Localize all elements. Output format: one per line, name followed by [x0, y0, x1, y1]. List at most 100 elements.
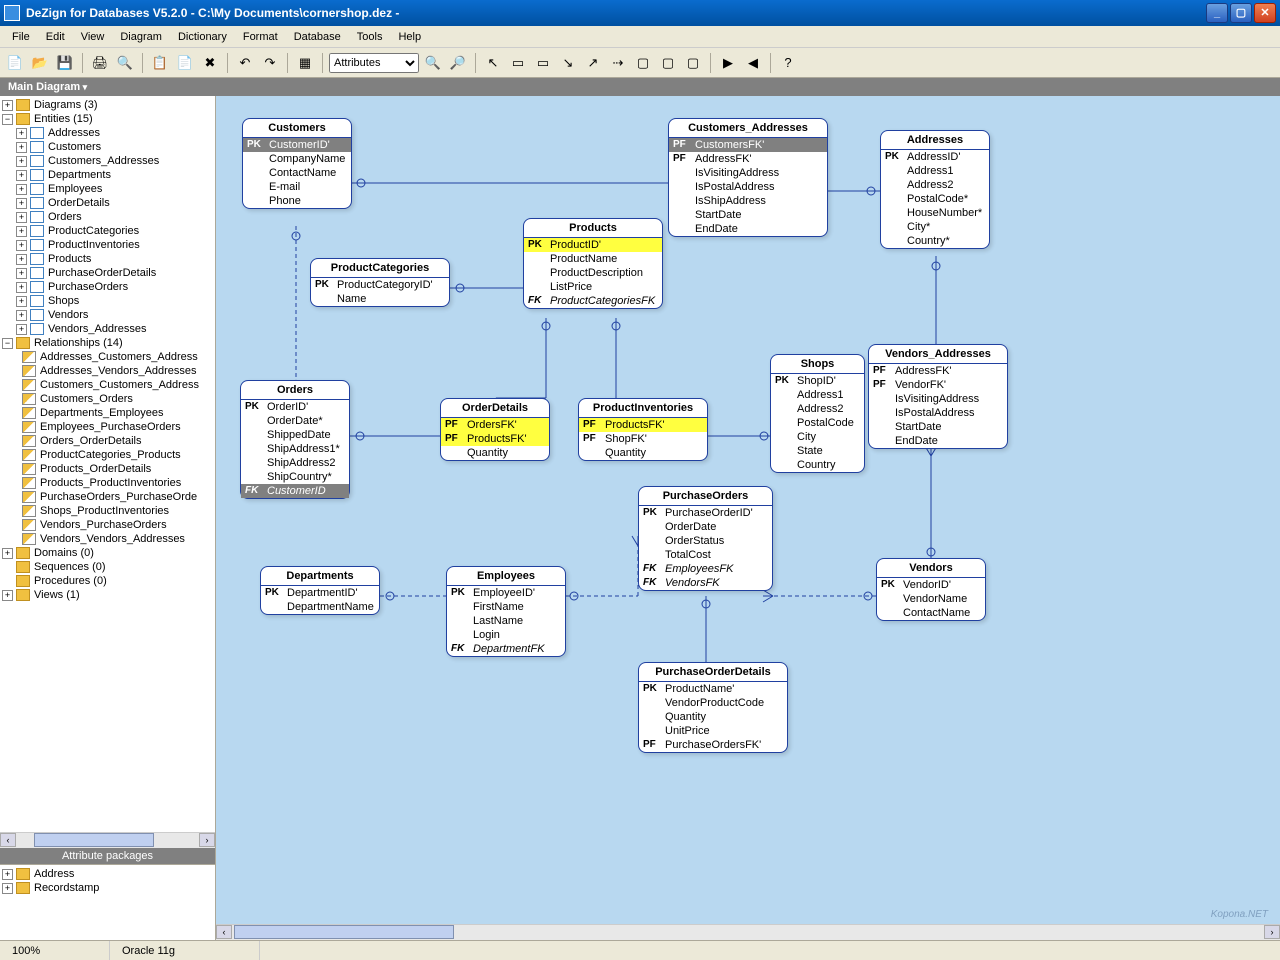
sidebar-hscroll[interactable]: ‹ › — [0, 832, 215, 848]
tree-entity-item[interactable]: +OrderDetails — [2, 196, 213, 210]
entity-attribute[interactable]: Quantity — [579, 446, 707, 460]
entity-attribute[interactable]: PKOrderID' — [241, 400, 349, 414]
expand-icon[interactable]: + — [2, 100, 13, 111]
entity-attribute[interactable]: FKEmployeesFK — [639, 562, 772, 576]
entity-attribute[interactable]: FKCustomerID — [241, 484, 349, 498]
tree-relationship-item[interactable]: Customers_Customers_Address — [2, 378, 213, 392]
tree-relationship-item[interactable]: Addresses_Vendors_Addresses — [2, 364, 213, 378]
entity-attribute[interactable]: ProductDescription — [524, 266, 662, 280]
tree-procedures[interactable]: Procedures (0) — [2, 574, 213, 588]
zoom-out-icon[interactable]: 🔎 — [447, 52, 469, 74]
entity-attribute[interactable]: CompanyName — [243, 152, 351, 166]
entity-attribute[interactable]: VendorName — [877, 592, 985, 606]
tree-relationship-item[interactable]: Products_OrderDetails — [2, 462, 213, 476]
tree-sequences[interactable]: Sequences (0) — [2, 560, 213, 574]
stamp-icon[interactable]: ▢ — [657, 52, 679, 74]
collapse-icon[interactable]: − — [2, 114, 13, 125]
entity-attribute[interactable]: PKPurchaseOrderID' — [639, 506, 772, 520]
entity-attribute[interactable]: FKVendorsFK — [639, 576, 772, 590]
entity-orders[interactable]: OrdersPKOrderID'OrderDate*ShippedDateShi… — [240, 380, 350, 499]
entity-attribute[interactable]: VendorProductCode — [639, 696, 787, 710]
expand-icon[interactable]: + — [2, 869, 13, 880]
expand-icon[interactable]: + — [16, 170, 27, 181]
entity-attribute[interactable]: Login — [447, 628, 565, 642]
entity-attribute[interactable]: Name — [311, 292, 449, 306]
entity-attribute[interactable]: PKDepartmentID' — [261, 586, 379, 600]
tree-entity-item[interactable]: +Customers_Addresses — [2, 154, 213, 168]
menu-help[interactable]: Help — [390, 28, 429, 46]
expand-icon[interactable]: + — [16, 282, 27, 293]
entity-employees[interactable]: EmployeesPKEmployeeID'FirstNameLastNameL… — [446, 566, 566, 657]
entity-attribute[interactable]: PKShopID' — [771, 374, 864, 388]
entity-attribute[interactable]: City — [771, 430, 864, 444]
redo-icon[interactable]: ↷ — [259, 52, 281, 74]
entity-attribute[interactable]: OrderDate* — [241, 414, 349, 428]
menu-edit[interactable]: Edit — [38, 28, 73, 46]
entity-attribute[interactable]: StartDate — [669, 208, 827, 222]
expand-icon[interactable]: + — [2, 590, 13, 601]
expand-icon[interactable]: + — [16, 240, 27, 251]
scroll-right-icon[interactable]: › — [1264, 925, 1280, 939]
entity-attribute[interactable]: PFProductsFK' — [579, 418, 707, 432]
entity-attribute[interactable]: IsShipAddress — [669, 194, 827, 208]
entity-attribute[interactable]: PKVendorID' — [877, 578, 985, 592]
entity-attribute[interactable]: EndDate — [869, 434, 1007, 448]
entity-attribute[interactable]: ShippedDate — [241, 428, 349, 442]
generate-icon[interactable]: ▶ — [717, 52, 739, 74]
scroll-left-icon[interactable]: ‹ — [0, 833, 16, 847]
menu-dictionary[interactable]: Dictionary — [170, 28, 235, 46]
collapse-icon[interactable]: − — [2, 338, 13, 349]
copy-icon[interactable]: 📋 — [149, 52, 171, 74]
menu-tools[interactable]: Tools — [349, 28, 391, 46]
menu-format[interactable]: Format — [235, 28, 286, 46]
entity-attribute[interactable]: PKProductCategoryID' — [311, 278, 449, 292]
menu-diagram[interactable]: Diagram — [112, 28, 170, 46]
entity-attribute[interactable]: Phone — [243, 194, 351, 208]
relation3-icon[interactable]: ⇢ — [607, 52, 629, 74]
tree-relationship-item[interactable]: Shops_ProductInventories — [2, 504, 213, 518]
entity-attribute[interactable]: PostalCode* — [881, 192, 989, 206]
diagram-canvas[interactable]: placed by customer Kopona.NET CustomersP… — [216, 96, 1280, 924]
minimize-button[interactable]: _ — [1206, 3, 1228, 23]
object-tree[interactable]: +Diagrams (3) −Entities (15) +Addresses+… — [0, 96, 215, 832]
tree-entity-item[interactable]: +Products — [2, 252, 213, 266]
note-icon[interactable]: ▢ — [632, 52, 654, 74]
print-preview-icon[interactable]: 🔍 — [114, 52, 136, 74]
expand-icon[interactable]: + — [16, 268, 27, 279]
entity-attribute[interactable]: PKProductID' — [524, 238, 662, 252]
entity-attribute[interactable]: UnitPrice — [639, 724, 787, 738]
entity-attribute[interactable]: PFOrdersFK' — [441, 418, 549, 432]
entity-attribute[interactable]: IsPostalAddress — [869, 406, 1007, 420]
tree-relationship-item[interactable]: Vendors_Vendors_Addresses — [2, 532, 213, 546]
entity-attribute[interactable]: TotalCost — [639, 548, 772, 562]
entity-attribute[interactable]: Quantity — [441, 446, 549, 460]
entity-attribute[interactable]: Quantity — [639, 710, 787, 724]
tab-main-diagram[interactable]: Main Diagram — [8, 81, 87, 93]
entity-attribute[interactable]: PFAddressFK' — [869, 364, 1007, 378]
group-icon[interactable]: ▢ — [682, 52, 704, 74]
entity-attribute[interactable]: Address1 — [771, 388, 864, 402]
entity-attribute[interactable]: FirstName — [447, 600, 565, 614]
tree-entity-item[interactable]: +Addresses — [2, 126, 213, 140]
pointer-icon[interactable]: ↖ — [482, 52, 504, 74]
open-icon[interactable]: 📂 — [29, 52, 51, 74]
entity-vendors[interactable]: VendorsPKVendorID'VendorNameContactName — [876, 558, 986, 621]
tree-entity-item[interactable]: +Shops — [2, 294, 213, 308]
expand-icon[interactable]: + — [16, 184, 27, 195]
entity-attribute[interactable]: HouseNumber* — [881, 206, 989, 220]
tree-entity-item[interactable]: +ProductCategories — [2, 224, 213, 238]
tree-relationships[interactable]: −Relationships (14) — [2, 336, 213, 350]
entity-attribute[interactable]: State — [771, 444, 864, 458]
entity-tool-icon[interactable]: ▭ — [507, 52, 529, 74]
entity-attribute[interactable]: PKProductName' — [639, 682, 787, 696]
expand-icon[interactable]: + — [16, 142, 27, 153]
expand-icon[interactable]: + — [16, 212, 27, 223]
tree-domains[interactable]: +Domains (0) — [2, 546, 213, 560]
entity-attribute[interactable]: ShipAddress2 — [241, 456, 349, 470]
paste-icon[interactable]: 📄 — [174, 52, 196, 74]
entity-attribute[interactable]: DepartmentName — [261, 600, 379, 614]
relation2-icon[interactable]: ↗ — [582, 52, 604, 74]
tree-diagrams[interactable]: +Diagrams (3) — [2, 98, 213, 112]
entity-attribute[interactable]: FKDepartmentFK — [447, 642, 565, 656]
expand-icon[interactable]: + — [2, 548, 13, 559]
